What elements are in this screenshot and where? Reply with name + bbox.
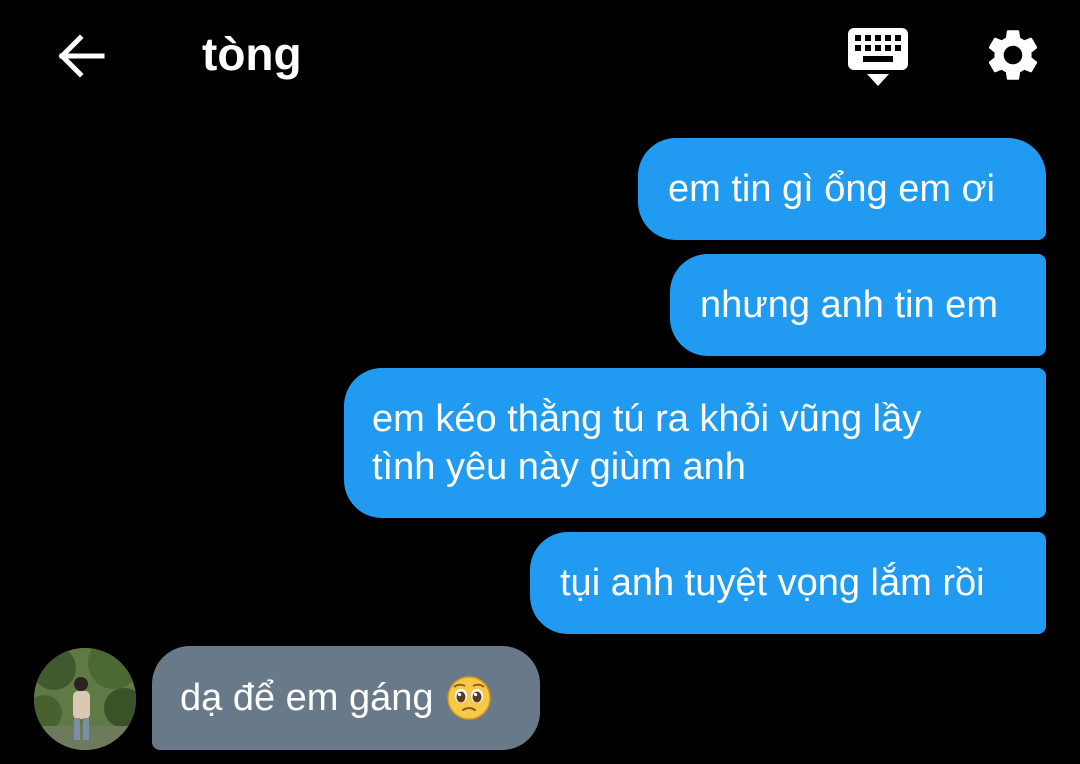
message-text: nhưng anh tin em (700, 284, 998, 326)
back-button[interactable] (50, 26, 110, 86)
outgoing-message[interactable]: em tin gì ổng em ơi (638, 138, 1046, 240)
outgoing-message[interactable]: tụi anh tuyệt vọng lắm rồi (530, 532, 1046, 634)
message-text: em tin gì ổng em ơi (668, 168, 995, 210)
message-text-line: tình yêu này giùm anh (372, 446, 746, 488)
outgoing-message[interactable]: nhưng anh tin em (670, 254, 1046, 356)
arrow-left-icon (58, 34, 105, 78)
keyboard-icon (848, 28, 908, 86)
message-text-line: em kéo thằng tú ra khỏi vũng lầy (372, 398, 922, 440)
avatar-photo (34, 648, 136, 750)
chat-header: tòng (0, 0, 1080, 112)
incoming-message[interactable]: dạ để em gáng (152, 646, 540, 750)
message-text: dạ để em gáng (180, 677, 434, 719)
pleading-face-icon (446, 676, 491, 720)
outgoing-message[interactable]: em kéo thằng tú ra khỏi vũng lầy tình yê… (344, 368, 1046, 518)
avatar[interactable] (34, 648, 136, 750)
keyboard-button[interactable] (846, 26, 910, 88)
settings-button[interactable] (982, 24, 1044, 86)
conversation-title: tòng (202, 28, 302, 80)
gear-icon (988, 30, 1038, 80)
message-text: tụi anh tuyệt vọng lắm rồi (560, 562, 985, 604)
